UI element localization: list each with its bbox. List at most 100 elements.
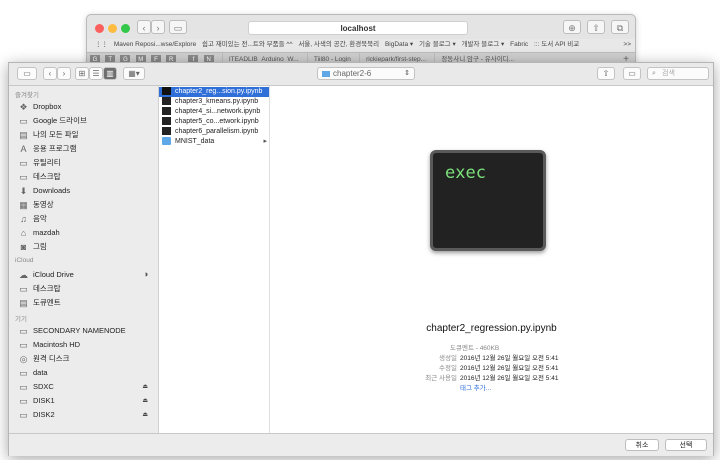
add-tag-link[interactable]: 태그 추가... bbox=[460, 384, 491, 394]
dialog-footer: 취소 선택 bbox=[9, 433, 713, 456]
chevron-left-icon: ‹ bbox=[48, 69, 52, 78]
download-button[interactable]: ⊕ bbox=[563, 20, 581, 34]
select-button[interactable]: 선택 bbox=[665, 439, 707, 451]
forward-button[interactable]: › bbox=[57, 67, 71, 80]
file-item[interactable]: chapter4_si...network.ipynb bbox=[159, 107, 269, 117]
chevron-right-icon: › bbox=[62, 69, 66, 78]
file-label: chapter3_kmeans.py.ipynb bbox=[175, 98, 259, 105]
arrange-button[interactable]: ▦▾ bbox=[123, 67, 145, 80]
sidebar-item[interactable]: ◎ 원격 디스크 bbox=[19, 353, 152, 365]
icloud-icon: ☁ bbox=[19, 269, 28, 280]
column-view-button[interactable]: ▥ bbox=[103, 67, 117, 80]
metadata-value: 2016년 12월 26일 월요일 오전 5:41 bbox=[460, 375, 559, 382]
bookmarks-bar: ⋮⋮ Maven Reposi...wse/Explore 쉽고 재미있는 전.… bbox=[87, 39, 635, 51]
bookmark-item[interactable]: 쉽고 재미있는 전...트와 부품들 ^^ bbox=[202, 41, 293, 48]
more-bookmarks[interactable]: >> bbox=[623, 39, 631, 51]
sidebar-item[interactable]: ♫ 음악 bbox=[19, 213, 152, 225]
folder-icon: ▭ bbox=[19, 157, 28, 168]
sidebar-item[interactable]: ▭ data bbox=[19, 367, 152, 379]
tag-icon: ▭ bbox=[628, 69, 636, 78]
minimize-window-button[interactable] bbox=[108, 24, 117, 33]
bookmark-item[interactable]: 기술 블로그 ▾ bbox=[419, 41, 456, 48]
bookmark-item[interactable]: Maven Reposi...wse/Explore bbox=[114, 41, 196, 48]
search-field[interactable]: ⌕ 검색 bbox=[647, 67, 709, 80]
tabs-overview-button[interactable]: ⧉ bbox=[611, 20, 629, 34]
list-view-button[interactable]: ☰ bbox=[89, 67, 103, 80]
sidebar-item[interactable]: ☁ iCloud Drive bbox=[19, 269, 152, 281]
icon-grid-icon: ⊞ bbox=[78, 69, 86, 78]
icon-view-button[interactable]: ⊞ bbox=[75, 67, 89, 80]
bookmark-item[interactable]: BigData ▾ bbox=[385, 41, 413, 48]
chevron-left-icon: ‹ bbox=[142, 23, 146, 33]
sync-status-icon: ◑ bbox=[143, 269, 149, 279]
zoom-window-button[interactable] bbox=[121, 24, 130, 33]
sidebar-item-label: mazdah bbox=[33, 228, 60, 237]
file-label: chapter5_co...etwork.ipynb bbox=[175, 118, 259, 125]
sidebar-item-label: iCloud Drive bbox=[33, 270, 74, 279]
home-icon: ⌂ bbox=[20, 227, 27, 238]
folder-item[interactable]: MNIST_data ▸ bbox=[159, 137, 269, 147]
file-item[interactable]: chapter2_reg...sion.py.ipynb bbox=[159, 87, 269, 97]
path-popup[interactable]: chapter2-6 ⇕ bbox=[317, 67, 415, 80]
forward-button[interactable]: › bbox=[151, 20, 165, 34]
arrange-icon: ▦▾ bbox=[128, 69, 140, 78]
sidebar-toggle-button[interactable]: ▭ bbox=[169, 20, 187, 34]
file-item[interactable]: chapter3_kmeans.py.ipynb bbox=[159, 97, 269, 107]
file-item[interactable]: chapter5_co...etwork.ipynb bbox=[159, 117, 269, 127]
desktop-icon: ▭ bbox=[19, 171, 28, 182]
sidebar-item[interactable]: ▤ 나의 모든 파일 bbox=[19, 129, 152, 141]
cancel-button[interactable]: 취소 bbox=[625, 439, 659, 451]
file-label: chapter4_si...network.ipynb bbox=[175, 108, 261, 115]
file-column: chapter2_reg...sion.py.ipynb chapter3_kme… bbox=[159, 86, 270, 433]
sidebar-item[interactable]: ▭ DISK2 ⏏ bbox=[19, 409, 152, 421]
sidebar-item[interactable]: ⌂ mazdah bbox=[19, 227, 152, 239]
sidebar-item[interactable]: ▭ 유틸리티 bbox=[19, 157, 152, 169]
sidebar-item-label: 그림 bbox=[33, 242, 47, 251]
sidebar-item[interactable]: ▭ 데스크탑 bbox=[19, 283, 152, 295]
sidebar-item[interactable]: ▭ SECONDARY NAMENODE bbox=[19, 325, 152, 337]
sidebar-item[interactable]: ▦ 동영상 bbox=[19, 199, 152, 211]
metadata-row: 태그 추가... bbox=[270, 384, 713, 394]
remote-disc-icon: ◎ bbox=[19, 353, 28, 364]
back-button[interactable]: ‹ bbox=[137, 20, 151, 34]
sidebar-item[interactable]: ◙ 그림 bbox=[19, 241, 152, 253]
eject-icon[interactable]: ⏏ bbox=[142, 395, 148, 407]
share-button[interactable]: ⇧ bbox=[587, 20, 605, 34]
grid-icon[interactable]: ⋮⋮ bbox=[95, 41, 108, 48]
share-icon: ⇧ bbox=[592, 23, 600, 33]
sidebar-item[interactable]: ▭ Macintosh HD bbox=[19, 339, 152, 351]
bookmark-item[interactable]: 서울, 사색의 공간, 환경북북리 bbox=[298, 41, 379, 48]
sidebar-toggle-button[interactable]: ▭ bbox=[17, 67, 37, 80]
eject-icon[interactable]: ⏏ bbox=[142, 409, 148, 421]
sidebar-item-label: Dropbox bbox=[33, 102, 62, 111]
sidebar-item[interactable]: ▭ Google 드라이브 bbox=[19, 115, 152, 127]
disk-icon: ▭ bbox=[19, 395, 28, 406]
sidebar-item-label: Downloads bbox=[33, 186, 71, 195]
search-placeholder: 검색 bbox=[662, 70, 675, 77]
tabs-icon: ⧉ bbox=[616, 23, 624, 33]
back-button[interactable]: ‹ bbox=[43, 67, 57, 80]
disk-icon: ▭ bbox=[19, 367, 28, 378]
address-bar[interactable]: localhost bbox=[248, 21, 468, 35]
sidebar-item[interactable]: ▭ 데스크탑 bbox=[19, 171, 152, 183]
folder-icon bbox=[322, 70, 330, 77]
bookmark-item[interactable]: Fabric bbox=[510, 41, 528, 48]
bookmark-item[interactable]: ::: 도서 API 비교 bbox=[534, 41, 579, 48]
file-item[interactable]: chapter6_parallelism.ipynb bbox=[159, 127, 269, 137]
sidebar-icon: ▭ bbox=[173, 23, 183, 33]
share-button[interactable]: ⇧ bbox=[597, 67, 615, 80]
sidebar-item[interactable]: ▤ 도큐멘트 bbox=[19, 297, 152, 309]
tags-button[interactable]: ▭ bbox=[623, 67, 641, 80]
chevron-updown-icon: ⇕ bbox=[404, 70, 410, 77]
sidebar-item[interactable]: ❖ Dropbox bbox=[19, 101, 152, 113]
sidebar-item[interactable]: ▭ DISK1 ⏏ bbox=[19, 395, 152, 407]
sidebar-item-label: 데스크탑 bbox=[33, 284, 61, 293]
sidebar-item[interactable]: ▭ SDXC ⏏ bbox=[19, 381, 152, 393]
sidebar-item[interactable]: ⬇ Downloads bbox=[19, 185, 152, 197]
close-window-button[interactable] bbox=[95, 24, 104, 33]
exec-file-icon bbox=[162, 127, 171, 136]
sidebar-item[interactable]: A 응용 프로그램 bbox=[19, 143, 152, 155]
bookmark-item[interactable]: 개발자 블로그 ▾ bbox=[462, 41, 505, 48]
eject-icon[interactable]: ⏏ bbox=[142, 381, 148, 393]
metadata-row: 도큐멘트 - 460KB bbox=[270, 344, 713, 354]
